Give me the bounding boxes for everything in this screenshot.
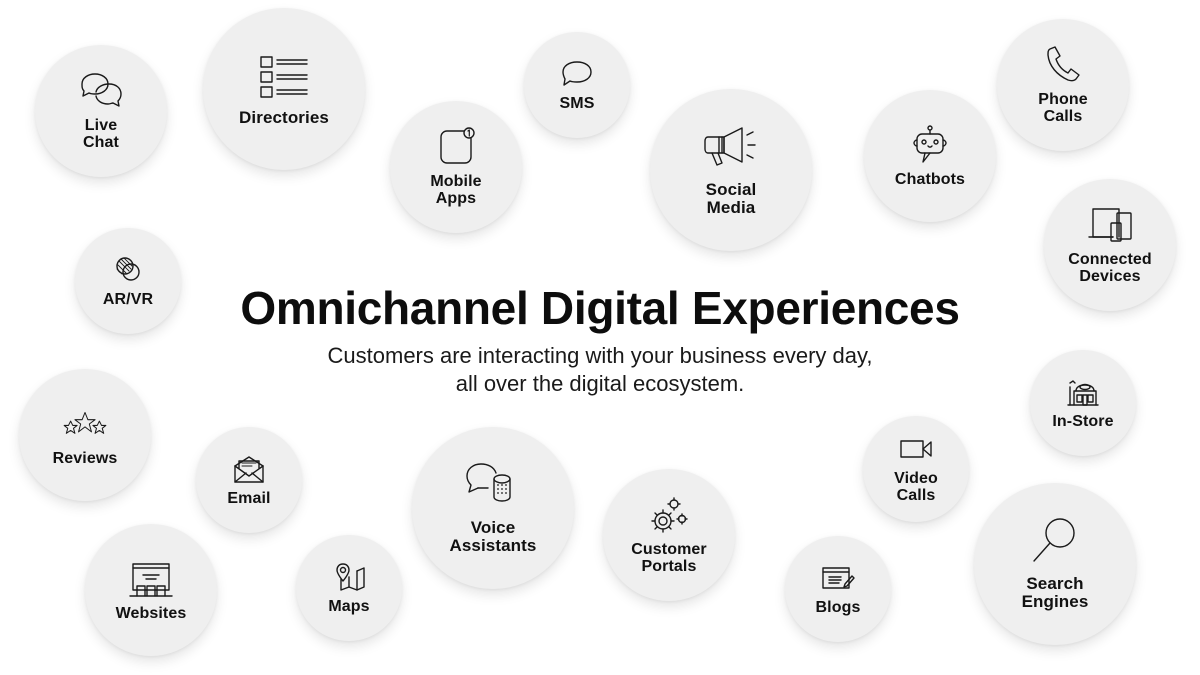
magnifier-icon: [1026, 517, 1084, 569]
page-subtitle: Customers are interacting with your busi…: [0, 342, 1200, 398]
map-pin-icon: [332, 562, 366, 592]
channel-label: Mobile Apps: [430, 173, 482, 207]
megaphone-icon: [702, 123, 760, 175]
smart-speaker-icon: [464, 461, 522, 513]
channel-blogs[interactable]: Blogs: [785, 536, 891, 642]
channel-label: Live Chat: [83, 117, 119, 151]
storefront-icon: [1066, 377, 1100, 407]
overlap-circles-icon: [111, 255, 145, 285]
app-notification-icon: [433, 127, 479, 167]
list-checkbox-icon: [255, 51, 313, 103]
channel-sms[interactable]: SMS: [524, 32, 630, 138]
channel-ar-vr[interactable]: AR/VR: [75, 228, 181, 334]
channel-phone-calls[interactable]: Phone Calls: [997, 19, 1129, 151]
channel-maps[interactable]: Maps: [296, 535, 402, 641]
channel-social-media[interactable]: Social Media: [650, 89, 812, 251]
channel-voice-assistants[interactable]: Voice Assistants: [412, 427, 574, 589]
channel-chatbots[interactable]: Chatbots: [864, 90, 996, 222]
channel-label: Connected Devices: [1068, 251, 1152, 285]
channel-label: Phone Calls: [1038, 91, 1088, 125]
speech-bubble-icon: [560, 59, 594, 89]
channel-live-chat[interactable]: Live Chat: [35, 45, 167, 177]
channel-directories[interactable]: Directories: [203, 8, 365, 170]
channel-search-engines[interactable]: Search Engines: [974, 483, 1136, 645]
stars-icon: [62, 404, 108, 444]
channel-in-store[interactable]: In-Store: [1030, 350, 1136, 456]
chat-bubbles-icon: [78, 71, 124, 111]
channel-label: Websites: [115, 604, 187, 622]
channel-label: Reviews: [52, 449, 118, 467]
channel-video-calls[interactable]: Video Calls: [863, 416, 969, 522]
subtitle-line-1: Customers are interacting with your busi…: [327, 343, 873, 368]
devices-icon: [1087, 205, 1133, 245]
browser-storefront-icon: [128, 559, 174, 599]
subtitle-line-2: all over the digital ecosystem.: [455, 371, 745, 396]
channel-label: Voice Assistants: [449, 518, 537, 555]
blog-edit-icon: [821, 563, 855, 593]
channel-reviews[interactable]: Reviews: [19, 369, 151, 501]
gears-icon: [646, 495, 692, 535]
channel-connected-devices[interactable]: Connected Devices: [1044, 179, 1176, 311]
channel-customer-portals[interactable]: Customer Portals: [603, 469, 735, 601]
channel-label: AR/VR: [102, 290, 154, 308]
channel-label: SMS: [559, 94, 595, 112]
robot-icon: [907, 124, 953, 165]
channel-label: Chatbots: [894, 170, 966, 188]
channel-websites[interactable]: Websites: [85, 524, 217, 656]
phone-icon: [1040, 45, 1086, 85]
channel-label: Video Calls: [894, 470, 938, 504]
envelope-icon: [232, 454, 266, 484]
channel-label: In-Store: [1052, 412, 1114, 430]
video-camera-icon: [899, 434, 933, 464]
channel-label: Search Engines: [1021, 574, 1089, 611]
channel-mobile-apps[interactable]: Mobile Apps: [390, 101, 522, 233]
channel-label: Customer Portals: [631, 541, 707, 575]
channel-label: Social Media: [705, 180, 757, 217]
channel-label: Maps: [328, 597, 370, 615]
channel-label: Directories: [239, 108, 329, 127]
channel-email[interactable]: Email: [196, 427, 302, 533]
channel-label: Blogs: [815, 598, 861, 616]
channel-label: Email: [227, 489, 271, 507]
